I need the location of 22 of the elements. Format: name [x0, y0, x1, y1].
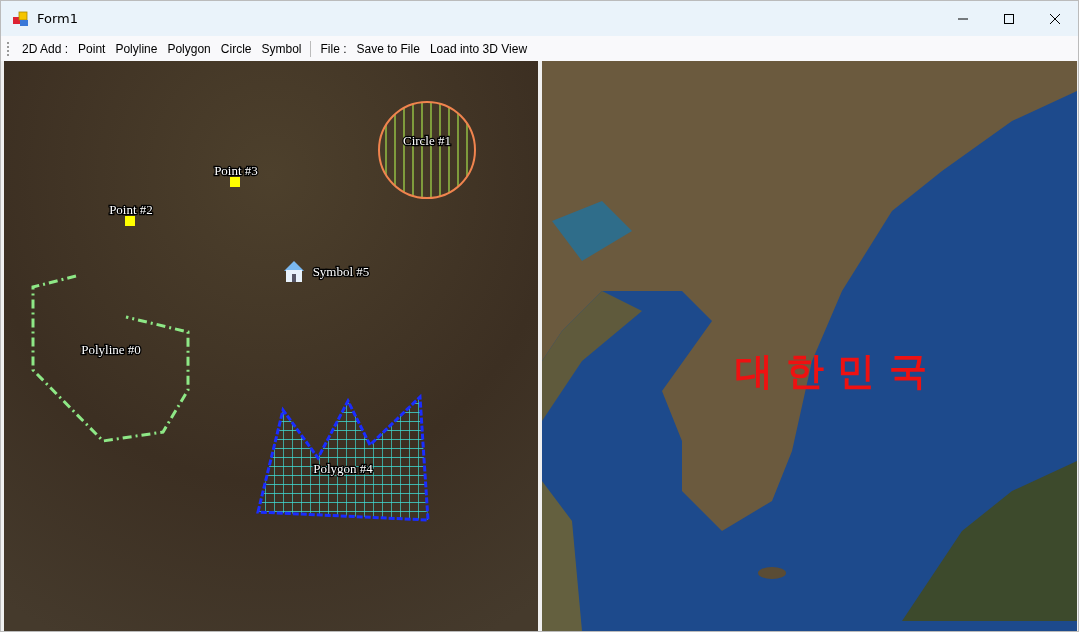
feature-label: Point #2 — [109, 202, 153, 217]
close-icon — [1050, 13, 1060, 24]
toolbar-button[interactable]: Load into 3D View — [424, 39, 533, 58]
window-title: Form1 — [37, 11, 80, 26]
toolbar-grip — [7, 41, 11, 56]
feature-label: Symbol #5 — [312, 264, 370, 279]
maximize-icon — [1004, 13, 1014, 24]
toolbar-label: File : — [319, 40, 348, 58]
feature-label: Point #3 — [214, 163, 258, 178]
toolbar-button[interactable]: Polyline — [110, 39, 163, 58]
feature-label: Circle #1 — [403, 133, 451, 148]
app-icon — [13, 10, 29, 27]
toolbar-button[interactable]: Save to File — [351, 39, 425, 58]
feature-label: Polyline #0 — [81, 342, 141, 357]
toolbar-button[interactable]: Polygon — [162, 39, 216, 58]
toolbar-label: 2D Add : — [21, 40, 70, 58]
point-marker — [125, 216, 135, 226]
toolbar-button[interactable]: Symbol — [256, 39, 307, 58]
point-marker — [230, 177, 240, 187]
house-icon — [284, 261, 304, 282]
toolbar-button[interactable]: Point — [73, 39, 111, 58]
toolbar-button[interactable]: Circle — [215, 39, 257, 58]
